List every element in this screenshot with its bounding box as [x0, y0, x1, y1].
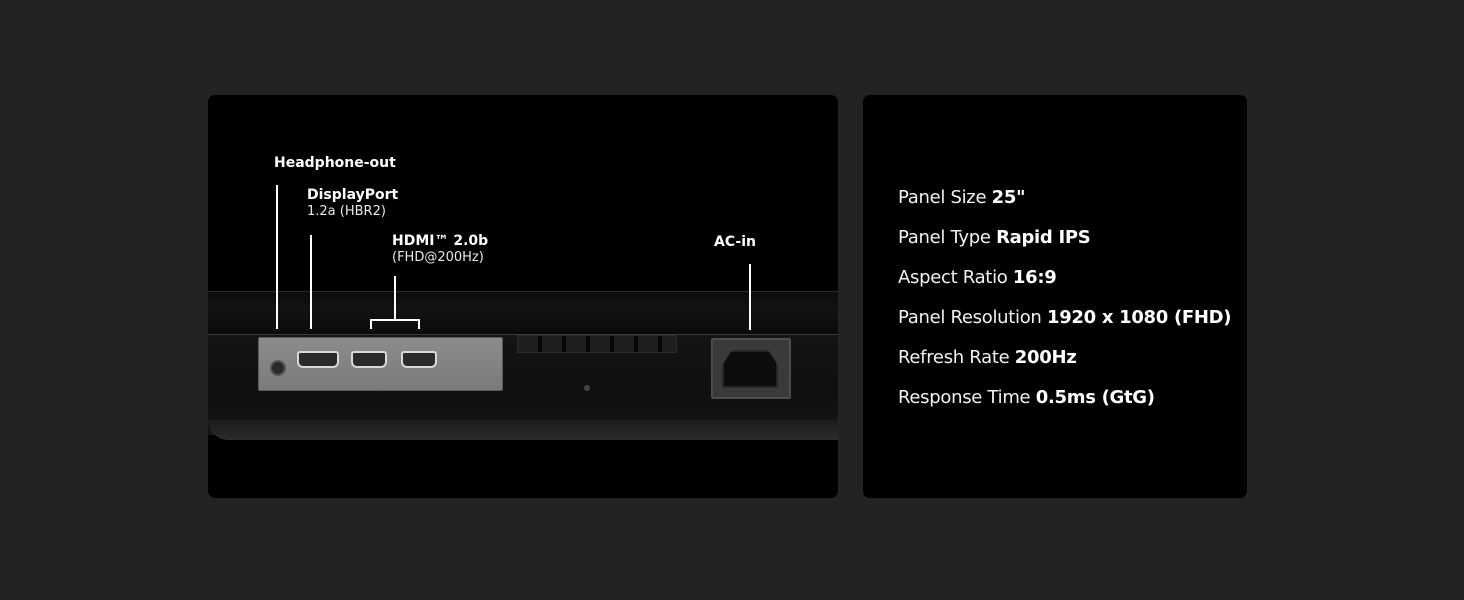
hdmi-title: HDMI™ 2.0b: [392, 233, 489, 249]
displayport-leader-line: [310, 235, 312, 329]
spec-label: Panel Type: [898, 227, 991, 248]
ac-socket-icon: [722, 350, 778, 388]
displayport-connector-icon: [297, 351, 339, 368]
hdmi-bracket-left: [370, 319, 372, 329]
spec-aspect-ratio: Aspect Ratio 16:9: [898, 267, 1057, 288]
spec-panel-type: Panel Type Rapid IPS: [898, 227, 1091, 248]
spec-value: 25": [991, 187, 1026, 208]
spec-refresh-rate: Refresh Rate 200Hz: [898, 347, 1077, 368]
spec-value: Rapid IPS: [996, 227, 1091, 248]
ports-panel: Headphone-out DisplayPort 1.2a (HBR2) HD…: [208, 95, 838, 498]
hdmi-label: HDMI™ 2.0b (FHD@200Hz): [392, 232, 488, 265]
spec-label: Panel Size: [898, 187, 987, 208]
screw-icon: [584, 385, 590, 391]
headphone-leader-line: [276, 185, 278, 329]
spec-label: Response Time: [898, 387, 1031, 408]
vent-grille: [517, 335, 677, 353]
hdmi-leader-line: [394, 276, 396, 320]
spec-value: 200Hz: [1014, 347, 1077, 368]
displayport-title: DisplayPort: [307, 187, 399, 203]
spec-value: 0.5ms (GtG): [1035, 387, 1155, 408]
hdmi-connector-2-icon: [401, 351, 437, 368]
ac-title: AC-in: [714, 234, 757, 250]
hdmi-bracket-right: [418, 319, 420, 329]
ac-label: AC-in: [714, 233, 756, 251]
spec-panel-size: Panel Size 25": [898, 187, 1025, 208]
hdmi-subtitle: (FHD@200Hz): [392, 250, 484, 265]
headphone-label: Headphone-out: [274, 154, 396, 172]
spec-label: Aspect Ratio: [898, 267, 1008, 288]
hdmi-connector-1-icon: [351, 351, 387, 368]
spec-value: 16:9: [1012, 267, 1057, 288]
spec-value: 1920 x 1080 (FHD): [1046, 307, 1232, 328]
ac-leader-line: [749, 264, 751, 330]
spec-label: Panel Resolution: [898, 307, 1042, 328]
monitor-bezel: [208, 291, 838, 335]
specs-panel: Panel Size 25" Panel Type Rapid IPS Aspe…: [863, 95, 1247, 498]
displayport-subtitle: 1.2a (HBR2): [307, 204, 386, 219]
spec-panel-resolution: Panel Resolution 1920 x 1080 (FHD): [898, 307, 1232, 328]
displayport-label: DisplayPort 1.2a (HBR2): [307, 186, 398, 219]
headphone-jack-icon: [270, 360, 286, 376]
spec-label: Refresh Rate: [898, 347, 1010, 368]
headphone-title: Headphone-out: [274, 155, 396, 171]
hdmi-bracket-line: [370, 319, 420, 321]
spec-response-time: Response Time 0.5ms (GtG): [898, 387, 1155, 408]
monitor-base-curve: [208, 420, 838, 440]
